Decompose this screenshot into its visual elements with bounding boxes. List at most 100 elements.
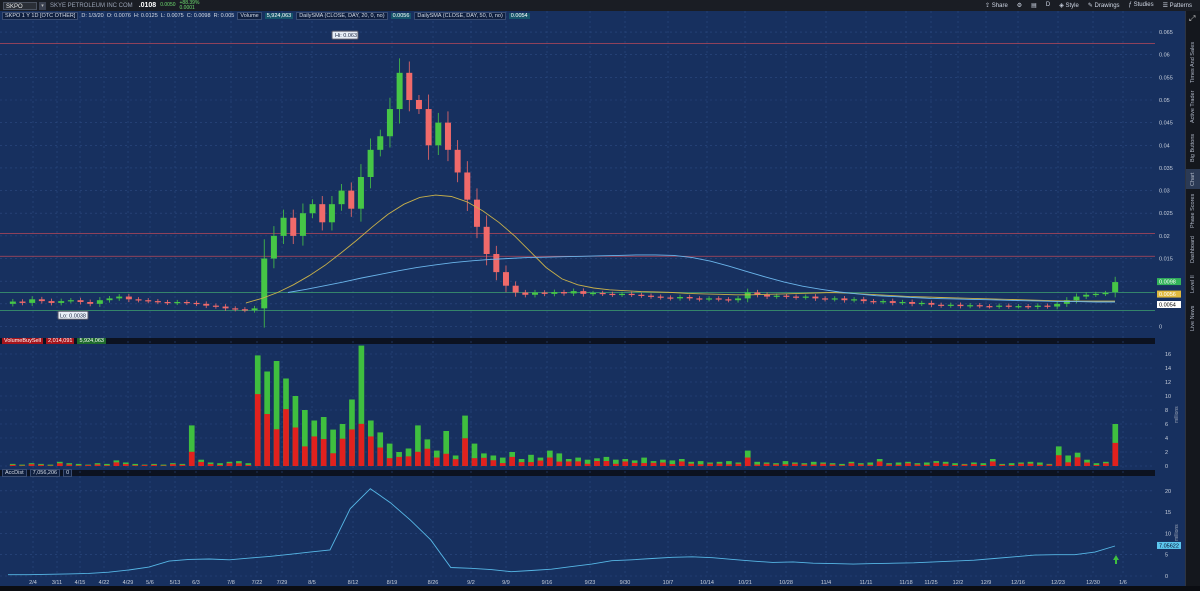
tab-times-and-sales[interactable]: Times And Sales [1186, 39, 1200, 85]
volume-sell-bar [943, 464, 949, 466]
candle-body [609, 294, 615, 295]
candle-body [1025, 306, 1031, 307]
x-tick-label: 4/22 [99, 580, 110, 586]
volume-sell-bar [528, 462, 534, 466]
tab-dashboard[interactable]: Dashboard [1186, 233, 1200, 267]
volume-sell-bar [490, 460, 496, 466]
volume-sell-bar [208, 464, 214, 466]
print-button[interactable]: ▤ [1031, 2, 1037, 9]
volume-sell-bar [462, 438, 468, 466]
sma20-label[interactable]: DailySMA (CLOSE, DAY, 20, 0, no) [296, 12, 387, 20]
candle-body [426, 109, 432, 145]
candle-body [890, 301, 896, 303]
volume-sell-bar [811, 465, 817, 466]
volume-study-title[interactable]: VolumeBuySell [2, 338, 43, 344]
volume-sell-bar [368, 436, 374, 466]
volume-sell-bar [142, 465, 148, 466]
volume-sell-bar [707, 464, 713, 466]
sma50-label[interactable]: DailySMA (CLOSE, DAY, 50, 0, no) [414, 12, 505, 20]
chart-area[interactable]: 2/43/114/154/224/295/65/136/37/87/227/29… [0, 11, 1155, 586]
volume-buy-value: 5,924,063 [77, 338, 105, 344]
volume-label[interactable]: Volume [237, 12, 261, 20]
share-button[interactable]: ⇪ Share [985, 2, 1008, 9]
drawings-button[interactable]: ✎ Drawings [1088, 2, 1120, 9]
candle-body [116, 297, 122, 299]
gear-button[interactable]: ⚙ [1017, 2, 1022, 9]
y-tick-label: 0.065 [1159, 30, 1173, 36]
style-button[interactable]: ◈ Style [1059, 2, 1079, 9]
volume-sell-bar [104, 465, 110, 466]
candle-body [339, 191, 345, 205]
accdist-study-title[interactable]: AccDist [2, 469, 27, 477]
tab-level-ii[interactable]: Level II [1186, 269, 1200, 299]
price-flag-label: 0.0098 [1159, 280, 1176, 286]
x-tick-label: 7/22 [252, 580, 263, 586]
x-tick-label: 2/4 [29, 580, 37, 586]
tab-live-news[interactable]: Live News [1186, 303, 1200, 333]
candle-body [223, 307, 229, 309]
candle-body [252, 308, 258, 310]
symbol-input[interactable]: SKPO [3, 2, 37, 10]
volume-sell-bar [10, 465, 16, 466]
candle-body [957, 305, 963, 306]
candle-body [870, 301, 876, 302]
volume-sell-bar [1094, 465, 1100, 466]
candle-body [358, 177, 364, 209]
candle-body [977, 305, 983, 306]
symbol-dropdown[interactable]: ▾ [39, 2, 46, 10]
x-tick-label: 8/19 [387, 580, 398, 586]
candle-body [155, 301, 161, 302]
candle-body [484, 227, 490, 254]
tab-chart[interactable]: Chart [1186, 169, 1200, 189]
candle-body [928, 303, 934, 305]
accdist-units-label: millions [1174, 524, 1180, 541]
candle-body [542, 293, 548, 294]
chart-title: SKPO 1 Y 1D [OTC OTHER] [2, 12, 78, 20]
volume-sell-bar [896, 465, 902, 466]
price-change-stack: 0.0050 [160, 3, 175, 8]
tab-active-trader[interactable]: Active Trader [1186, 87, 1200, 127]
studies-icon: ƒ [1129, 2, 1132, 8]
volume-sell-bar [406, 456, 412, 466]
vol-y-tick-label: 8 [1165, 408, 1168, 414]
patterns-button[interactable]: ☰ Patterns [1163, 2, 1192, 9]
candle-body [416, 100, 422, 109]
volume-sell-bar [227, 463, 233, 466]
volume-sell-bar [726, 464, 732, 466]
volume-sell-bar [1009, 465, 1015, 466]
x-tick-label: 1/6 [1119, 580, 1127, 586]
volume-sell-bar [66, 464, 72, 466]
x-tick-label: 9/30 [620, 580, 631, 586]
volume-sell-bar [236, 463, 242, 466]
tab-big-buttons[interactable]: Big Buttons [1186, 129, 1200, 167]
ad-y-tick-label: 0 [1165, 574, 1168, 580]
candle-body [39, 299, 45, 301]
volume-sell-bar [971, 464, 977, 466]
volume-sell-bar [274, 429, 280, 466]
volume-sell-bar [613, 464, 619, 466]
candle-body [29, 299, 35, 303]
change-line: 0.0001 [180, 6, 200, 11]
aggregation-button[interactable]: D [1046, 2, 1050, 9]
volume-sell-bar [443, 454, 449, 466]
candle-body [725, 299, 731, 300]
volume-sell-bar [886, 464, 892, 466]
ad-y-tick-label: 20 [1165, 489, 1171, 495]
change-line: 0.0050 [160, 3, 175, 8]
volume-units-label: millions [1174, 406, 1180, 423]
pane-divider [0, 338, 1155, 344]
volume-sell-bar [255, 394, 261, 466]
volume-sell-bar [839, 465, 845, 466]
y-tick-label: 0.025 [1159, 211, 1173, 217]
x-tick-label: 12/16 [1011, 580, 1025, 586]
expand-icon[interactable]: ⤢ [1189, 14, 1195, 24]
right-price-axis[interactable]: 00.0050.010.0150.020.0250.030.0350.040.0… [1155, 11, 1185, 586]
x-tick-label: 4/15 [75, 580, 86, 586]
studies-button[interactable]: ƒ Studies [1129, 2, 1154, 9]
x-tick-label: 10/21 [738, 580, 752, 586]
chart-tools: ⇪ Share ⚙ ▤ D ◈ Style ✎ Drawings ƒ Studi… [985, 2, 1192, 9]
x-tick-label: 10/28 [779, 580, 793, 586]
tab-phase-scores[interactable]: Phase Scores [1186, 191, 1200, 231]
candle-body [948, 305, 954, 306]
candle-body [107, 298, 113, 300]
